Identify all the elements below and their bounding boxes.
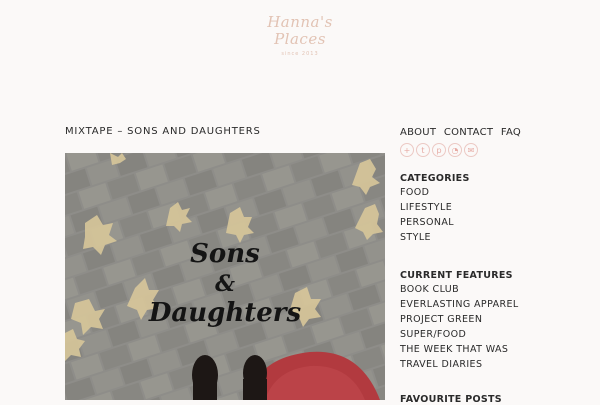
social-links: + t p ◔ ✉: [400, 143, 478, 157]
category-link-personal[interactable]: PERSONAL: [400, 215, 454, 230]
nav-link-about[interactable]: ABOUT: [400, 127, 436, 138]
feature-link-super-food[interactable]: SUPER/FOOD: [400, 327, 519, 342]
feature-link-project-green[interactable]: PROJECT GREEN: [400, 312, 519, 327]
category-link-food[interactable]: FOOD: [400, 185, 454, 200]
twitter-icon[interactable]: t: [416, 143, 430, 157]
post-title-link[interactable]: MIXTAPE – SONS AND DAUGHTERS: [65, 126, 261, 137]
category-link-style[interactable]: STYLE: [400, 230, 454, 245]
categories-heading: CATEGORIES: [400, 173, 470, 184]
nav-link-faq[interactable]: FAQ: [501, 127, 521, 138]
feature-link-everlasting-apparel[interactable]: EVERLASTING APPAREL: [400, 297, 519, 312]
plus-icon[interactable]: +: [400, 143, 414, 157]
rss-icon[interactable]: ◔: [448, 143, 462, 157]
mail-icon[interactable]: ✉: [464, 143, 478, 157]
pinterest-icon[interactable]: p: [432, 143, 446, 157]
logo-line-2: Places: [274, 30, 326, 48]
category-link-lifestyle[interactable]: LIFESTYLE: [400, 200, 454, 215]
feature-link-book-club[interactable]: BOOK CLUB: [400, 282, 519, 297]
current-features-list: BOOK CLUB EVERLASTING APPAREL PROJECT GR…: [400, 282, 519, 372]
feature-link-travel-diaries[interactable]: TRAVEL DIARIES: [400, 357, 519, 372]
post-featured-image[interactable]: Sons & Daughters: [65, 153, 385, 400]
nav-link-contact[interactable]: CONTACT: [444, 127, 494, 138]
logo-line-1: Hanna's: [267, 13, 333, 31]
logo-tagline: since 2013: [281, 51, 319, 57]
site-logo[interactable]: Hanna's Places since 2013: [255, 14, 345, 74]
pavement-photo: [65, 153, 385, 400]
feature-link-week-that-was[interactable]: THE WEEK THAT WAS: [400, 342, 519, 357]
sidebar-nav: ABOUT CONTACT FAQ: [400, 127, 525, 138]
categories-list: FOOD LIFESTYLE PERSONAL STYLE: [400, 185, 454, 245]
current-features-heading: CURRENT FEATURES: [400, 270, 513, 281]
